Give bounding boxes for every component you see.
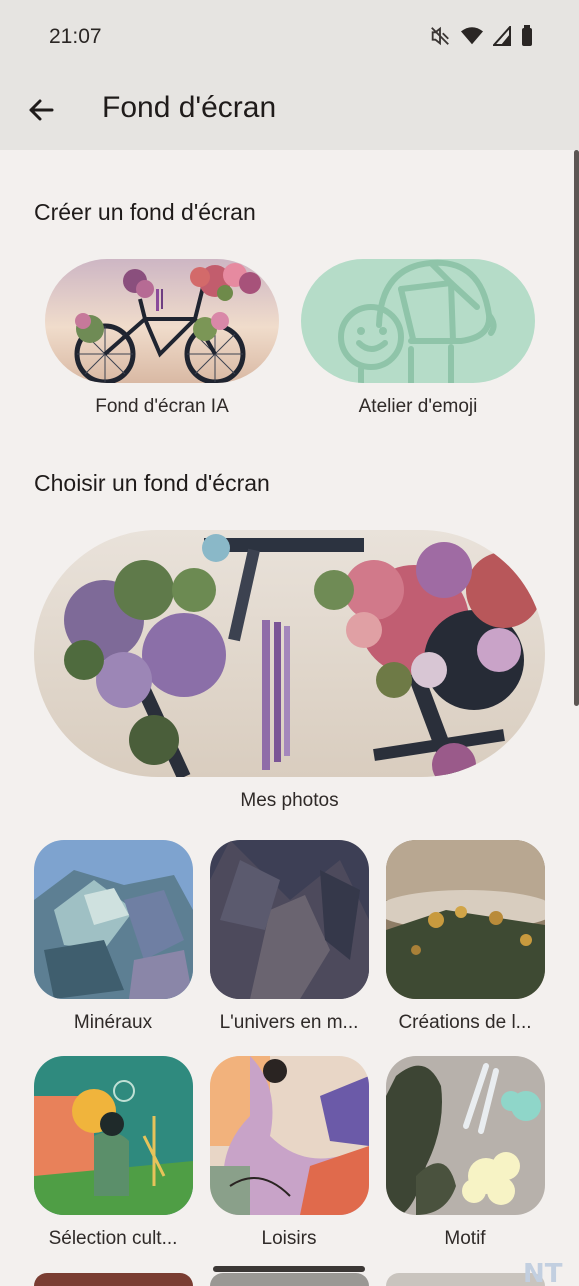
scrollbar[interactable] [574,150,579,706]
svg-text:NT: NT [523,1259,563,1286]
pattern-thumbnail [386,1056,545,1215]
category-creations-label: Créations de l... [398,1012,532,1033]
mute-vibrate-icon [431,26,449,46]
category-hobbies[interactable] [210,1056,369,1215]
category-minerals-label: Minéraux [73,1012,153,1033]
category-hobbies-label: Loisirs [261,1228,317,1249]
status-bar: 21:07 [0,0,579,72]
category-creations[interactable] [386,840,545,999]
minerals-thumbnail [34,840,193,999]
category-universe-label: L'univers en m... [219,1012,359,1033]
ai-wallpaper-card[interactable] [45,259,279,383]
category-peek-1[interactable] [34,1273,193,1286]
culture-thumbnail [34,1056,193,1215]
creations-thumbnail [386,840,545,999]
ai-wallpaper-label: Fond d'écran IA [95,396,229,417]
choose-section-title: Choisir un fond d'écran [34,470,270,496]
watermark-logo: NT [523,1259,563,1286]
status-time: 21:07 [49,25,102,48]
app-bar: Fond d'écran [0,72,579,150]
my-photos-thumbnail [34,530,545,777]
emoji-workshop-card[interactable] [301,259,535,383]
category-culture-label: Sélection cult... [48,1228,178,1249]
my-photos-card[interactable] [34,530,545,777]
arrow-left-icon [29,99,54,121]
signal-icon [493,26,511,46]
universe-thumbnail [210,840,369,999]
gesture-nav-handle[interactable] [213,1266,365,1272]
category-peek-2[interactable] [210,1273,369,1286]
back-button[interactable] [22,90,62,130]
category-universe[interactable] [210,840,369,999]
my-photos-label: Mes photos [240,790,339,811]
page-title: Fond d'écran [102,91,277,124]
hobbies-thumbnail [210,1056,369,1215]
wifi-icon [461,27,483,45]
emoji-workshop-label: Atelier d'emoji [358,396,478,417]
category-pattern-label: Motif [444,1228,486,1249]
category-pattern[interactable] [386,1056,545,1215]
category-minerals[interactable] [34,840,193,999]
ai-wallpaper-thumbnail [45,259,279,383]
turtle-emoji-icon [338,259,497,383]
battery-icon [522,25,532,46]
category-culture[interactable] [34,1056,193,1215]
create-section-title: Créer un fond d'écran [34,199,256,225]
